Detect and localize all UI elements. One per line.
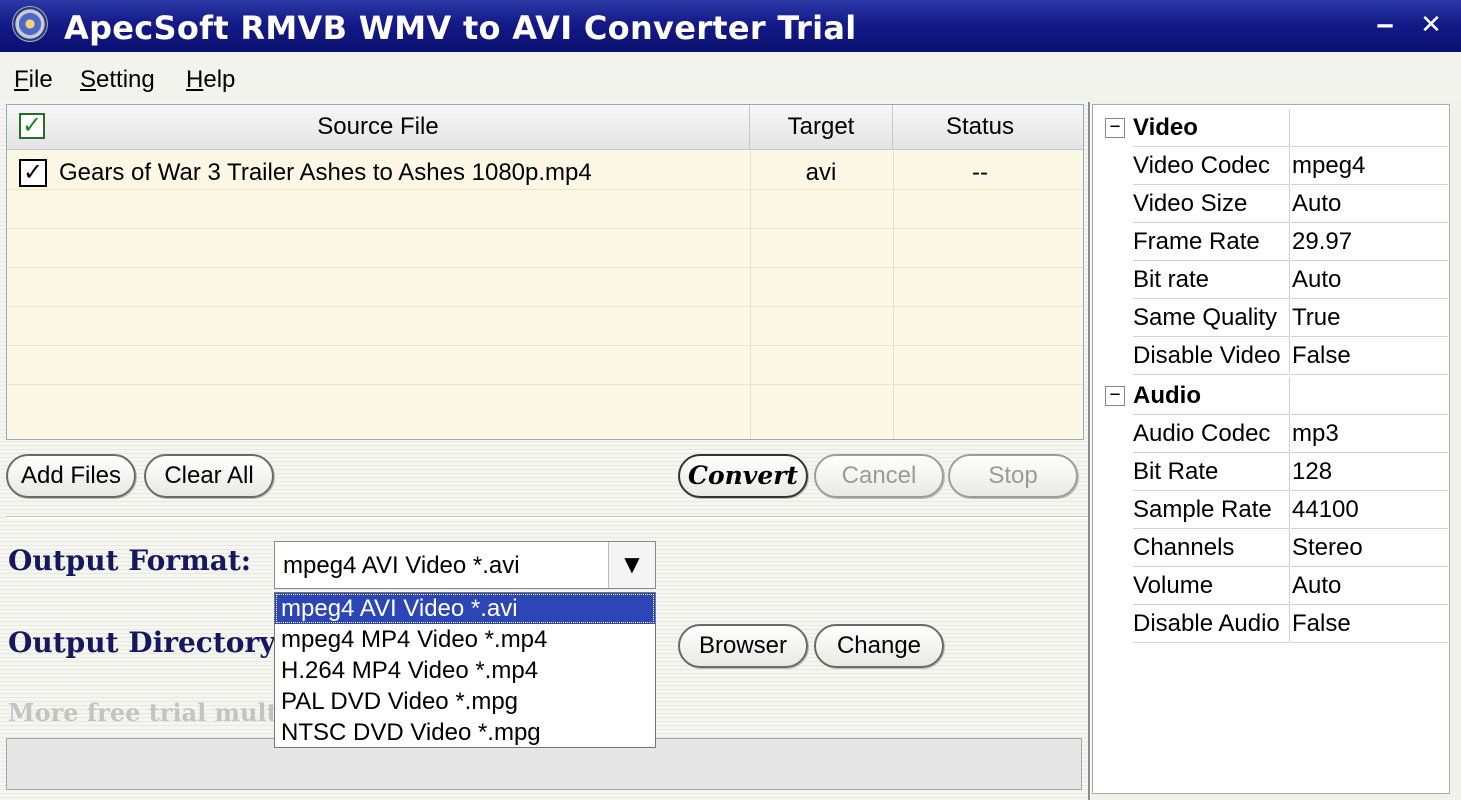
category-audio-label: Audio	[1133, 377, 1290, 415]
collapse-icon[interactable]: −	[1105, 118, 1125, 138]
property-row[interactable]: Video Codec mpeg4	[1093, 147, 1451, 185]
output-format-dropdown[interactable]: mpeg4 AVI Video *.avi mpeg4 MP4 Video *.…	[274, 592, 656, 748]
output-format-label: Output Format:	[8, 544, 252, 577]
more-trial-text: More free trial multi	[8, 698, 274, 727]
select-all-checkbox[interactable]: ✓	[19, 113, 45, 139]
property-row[interactable]: Bit Rate 128	[1093, 453, 1451, 491]
row-checkbox[interactable]: ✓	[19, 159, 47, 187]
format-option[interactable]: mpeg4 AVI Video *.avi	[275, 593, 655, 624]
format-option[interactable]: PAL DVD Video *.mpg	[275, 686, 655, 717]
browser-button[interactable]: Browser	[678, 624, 808, 668]
row-source-file: Gears of War 3 Trailer Ashes to Ashes 10…	[59, 159, 592, 186]
property-row[interactable]: Sample Rate 44100	[1093, 491, 1451, 529]
pane-splitter[interactable]	[1088, 102, 1091, 800]
format-option[interactable]: mpeg4 MP4 Video *.mp4	[275, 624, 655, 655]
property-value[interactable]: 128	[1291, 453, 1448, 491]
row-status: --	[972, 159, 988, 186]
property-grid: − Video Video Codec mpeg4 Video Size Aut…	[1092, 104, 1450, 794]
property-value[interactable]: mp3	[1291, 415, 1448, 453]
property-value[interactable]: False	[1291, 605, 1448, 643]
table-row-empty	[7, 268, 1083, 307]
column-target[interactable]: Target	[750, 105, 893, 149]
property-name: Frame Rate	[1133, 223, 1290, 261]
property-value[interactable]: 44100	[1291, 491, 1448, 529]
menu-file[interactable]: File	[14, 66, 53, 94]
property-name: Sample Rate	[1133, 491, 1290, 529]
category-video[interactable]: − Video	[1093, 109, 1451, 147]
property-value[interactable]: True	[1291, 299, 1448, 337]
property-row[interactable]: Frame Rate 29.97	[1093, 223, 1451, 261]
category-video-label: Video	[1133, 109, 1290, 147]
menu-help[interactable]: Help	[186, 66, 235, 94]
file-list-header: ✓ Source File Target Status	[7, 105, 1083, 150]
add-files-button[interactable]: Add Files	[6, 454, 136, 498]
window-title: ApecSoft RMVB WMV to AVI Converter Trial	[64, 9, 857, 47]
menu-setting[interactable]: Setting	[80, 66, 155, 94]
property-value[interactable]: False	[1291, 337, 1448, 375]
property-row[interactable]: Same Quality True	[1093, 299, 1451, 337]
convert-button[interactable]: Convert	[678, 454, 808, 498]
property-row[interactable]: Disable Video False	[1093, 337, 1451, 375]
title-bar: ApecSoft RMVB WMV to AVI Converter Trial…	[0, 0, 1461, 52]
property-name: Disable Audio	[1133, 605, 1290, 643]
property-value[interactable]: Stereo	[1291, 529, 1448, 567]
category-audio-value	[1291, 377, 1448, 415]
chevron-down-icon[interactable]: ▼	[608, 542, 655, 588]
property-name: Bit rate	[1133, 261, 1290, 299]
table-row[interactable]: ✓ Gears of War 3 Trailer Ashes to Ashes …	[7, 151, 1083, 190]
property-value[interactable]: Auto	[1291, 261, 1448, 299]
file-list[interactable]: ✓ Source File Target Status ✓ Gears of W…	[6, 104, 1084, 440]
format-option[interactable]: H.264 MP4 Video *.mp4	[275, 655, 655, 686]
property-name: Channels	[1133, 529, 1290, 567]
property-value[interactable]: mpeg4	[1291, 147, 1448, 185]
property-name: Disable Video	[1133, 337, 1290, 375]
property-row[interactable]: Video Size Auto	[1093, 185, 1451, 223]
app-logo-icon	[12, 6, 48, 42]
table-row-empty	[7, 346, 1083, 385]
property-row[interactable]: Channels Stereo	[1093, 529, 1451, 567]
category-audio[interactable]: − Audio	[1093, 377, 1451, 415]
change-button[interactable]: Change	[814, 624, 944, 668]
property-name: Same Quality	[1133, 299, 1290, 337]
property-value[interactable]: Auto	[1291, 185, 1448, 223]
divider	[6, 516, 1088, 519]
property-row[interactable]: Audio Codec mp3	[1093, 415, 1451, 453]
table-row-empty	[7, 307, 1083, 346]
column-status[interactable]: Status	[893, 105, 1067, 149]
property-name: Volume	[1133, 567, 1290, 605]
property-row[interactable]: Volume Auto	[1093, 567, 1451, 605]
category-video-value	[1291, 109, 1448, 147]
property-value[interactable]: 29.97	[1291, 223, 1448, 261]
minimize-icon[interactable]: ‒	[1368, 8, 1402, 42]
table-row-empty	[7, 190, 1083, 229]
output-format-select[interactable]: mpeg4 AVI Video *.avi ▼	[274, 541, 656, 589]
column-source-file[interactable]: ✓ Source File	[7, 105, 750, 149]
property-name: Video Size	[1133, 185, 1290, 223]
property-name: Audio Codec	[1133, 415, 1290, 453]
property-name: Bit Rate	[1133, 453, 1290, 491]
format-option[interactable]: NTSC DVD Video *.mpg	[275, 717, 655, 748]
output-format-value: mpeg4 AVI Video *.avi	[283, 552, 520, 579]
property-row[interactable]: Bit rate Auto	[1093, 261, 1451, 299]
table-row-empty	[7, 229, 1083, 268]
stop-button[interactable]: Stop	[948, 454, 1078, 498]
clear-all-button[interactable]: Clear All	[144, 454, 274, 498]
property-name: Video Codec	[1133, 147, 1290, 185]
output-directory-label: Output Directory:	[8, 626, 286, 659]
property-value[interactable]: Auto	[1291, 567, 1448, 605]
property-row[interactable]: Disable Audio False	[1093, 605, 1451, 643]
collapse-icon[interactable]: −	[1105, 386, 1125, 406]
row-target: avi	[805, 159, 837, 186]
cancel-button[interactable]: Cancel	[814, 454, 944, 498]
menu-bar: File Setting Help	[0, 52, 1461, 102]
close-icon[interactable]: ✕	[1414, 8, 1448, 42]
column-source-file-label: Source File	[317, 113, 439, 140]
